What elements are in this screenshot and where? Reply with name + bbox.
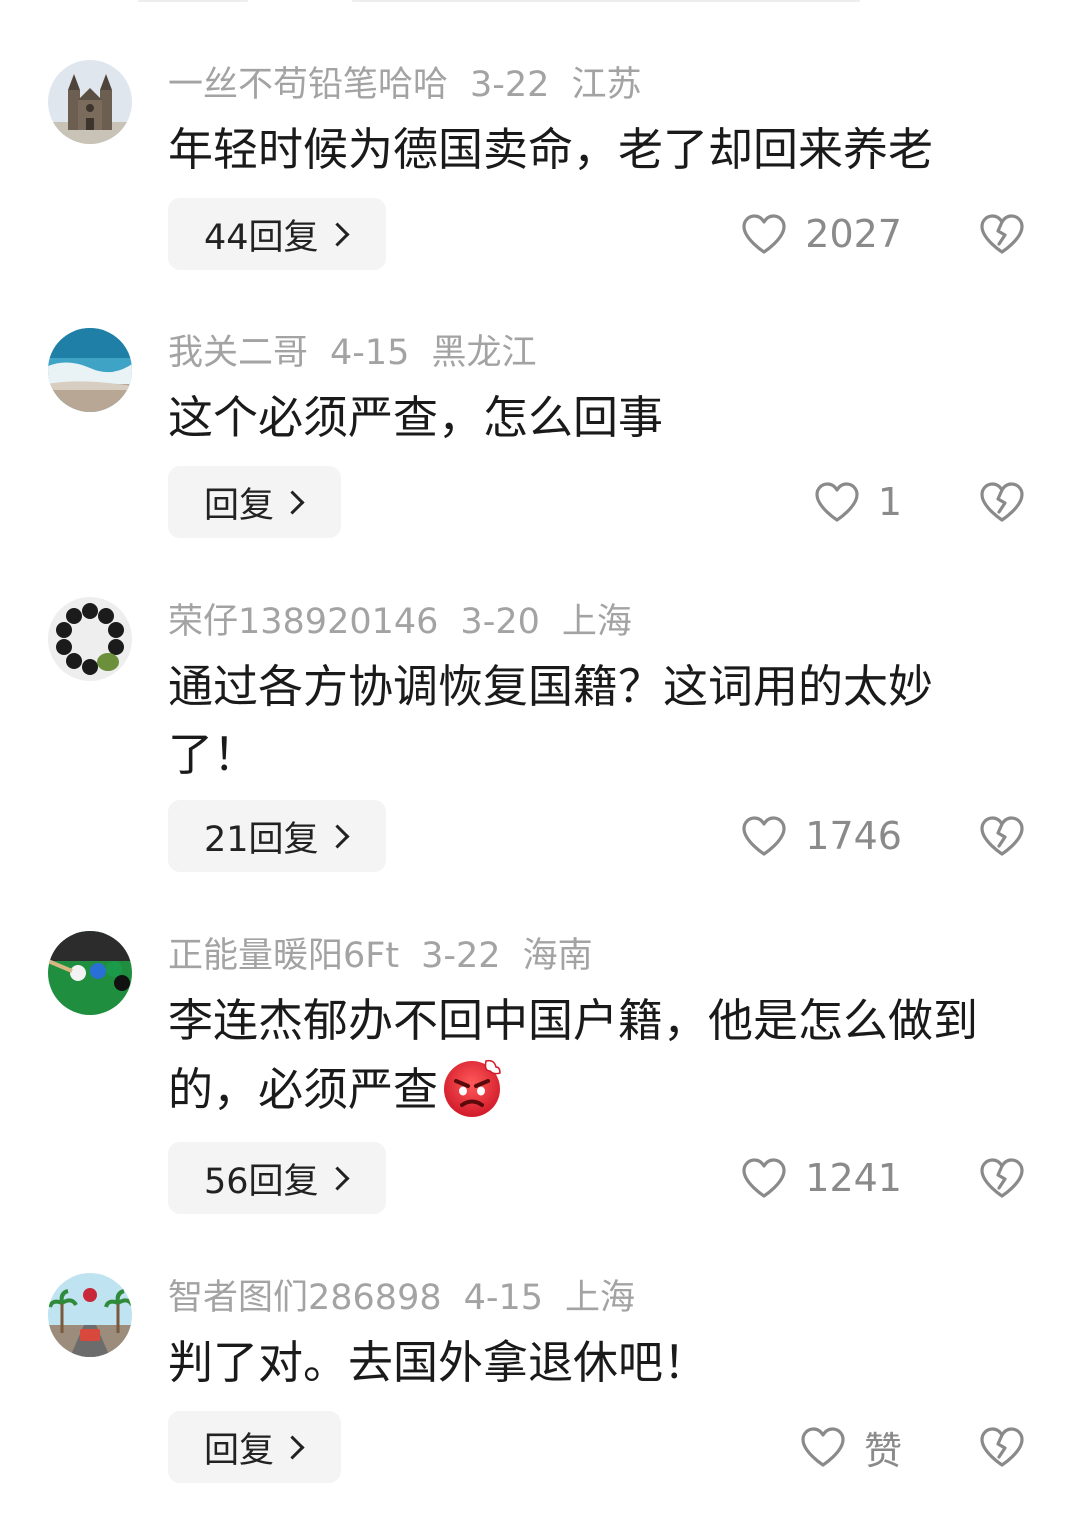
- comment-text: 通过各方协调恢复国籍？这词用的太妙了！: [168, 660, 934, 781]
- billiards-avatar-image: [48, 931, 132, 1015]
- broken-heart-icon: [980, 482, 1024, 522]
- chevron-right-icon: [280, 1434, 305, 1460]
- reply-label: 回复: [204, 485, 275, 526]
- comment-text: 年轻时候为德国卖命，老了却回来养老: [168, 123, 934, 176]
- palm-road-avatar-image: [48, 1273, 132, 1357]
- dislike-button[interactable]: [978, 1142, 1026, 1214]
- church-avatar-image: [48, 60, 132, 144]
- username[interactable]: 我关二哥: [168, 333, 308, 373]
- heart-outline-icon: [742, 214, 786, 254]
- view-replies-button[interactable]: 回复: [168, 466, 342, 538]
- broken-heart-icon: [980, 816, 1024, 856]
- chevron-right-icon: [325, 823, 350, 849]
- view-replies-button[interactable]: 21回复: [168, 800, 386, 872]
- comment-meta: 正能量暖阳6Ft 3-22 海南: [168, 931, 615, 981]
- reply-label: 回复: [204, 1430, 275, 1471]
- previous-content-edge: [138, 0, 248, 2]
- comment-location: 上海: [561, 602, 632, 642]
- like-count: 1241: [805, 1156, 902, 1200]
- username[interactable]: 荣仔138920146: [168, 602, 438, 642]
- avatar[interactable]: [48, 60, 132, 144]
- comment-meta: 荣仔138920146 3-20 上海: [168, 597, 654, 647]
- dislike-button[interactable]: [978, 1411, 1026, 1483]
- comment-date: 3-22: [470, 65, 550, 105]
- chevron-right-icon: [325, 221, 350, 247]
- beach-avatar-image: [48, 328, 132, 412]
- comment-location: 海南: [522, 936, 593, 976]
- heart-outline-icon: [742, 1158, 786, 1198]
- comment-location: 上海: [565, 1278, 636, 1318]
- avatar[interactable]: [48, 597, 132, 681]
- heart-outline-icon: [815, 482, 859, 522]
- like-count: 2027: [805, 212, 902, 256]
- dislike-button[interactable]: [978, 198, 1026, 270]
- comment-date: 3-20: [460, 602, 540, 642]
- view-replies-button[interactable]: 44回复: [168, 198, 386, 270]
- broken-heart-icon: [980, 1158, 1024, 1198]
- like-button[interactable]: 赞: [800, 1411, 902, 1483]
- like-button[interactable]: 1746: [741, 800, 902, 872]
- view-replies-button[interactable]: 56回复: [168, 1142, 386, 1214]
- broken-heart-icon: [980, 1427, 1024, 1467]
- previous-content-edge: [352, 0, 860, 2]
- avatar[interactable]: [48, 1273, 132, 1357]
- chevron-right-icon: [280, 489, 305, 515]
- avatar[interactable]: [48, 328, 132, 412]
- comment-location: 江苏: [571, 65, 642, 105]
- reply-count-label: 21回复: [204, 819, 319, 860]
- reply-count-label: 44回复: [204, 217, 319, 258]
- bracelet-avatar-image: [48, 597, 132, 681]
- broken-heart-icon: [980, 214, 1024, 254]
- username[interactable]: 正能量暖阳6Ft: [168, 936, 399, 976]
- like-button[interactable]: 2027: [741, 198, 902, 270]
- comment-meta: 智者图们286898 4-15 上海: [168, 1273, 657, 1323]
- like-count: 1: [877, 480, 902, 524]
- like-count: 1746: [805, 814, 902, 858]
- comment-text-body: 李连杰郁办不回中国户籍，他是怎么做到的，必须严查: [168, 994, 979, 1116]
- comment-meta: 我关二哥 4-15 黑龙江: [168, 328, 558, 378]
- username[interactable]: 智者图们286898: [168, 1278, 442, 1318]
- heart-outline-icon: [742, 816, 786, 856]
- comment-location: 黑龙江: [431, 333, 537, 373]
- comment-date: 4-15: [463, 1278, 544, 1318]
- comment-text: 判了对。去国外拿退休吧！: [168, 1336, 709, 1389]
- dislike-button[interactable]: [978, 800, 1026, 872]
- comment-date: 3-22: [421, 936, 501, 976]
- comment-text: 这个必须严查，怎么回事: [168, 391, 664, 444]
- comment-text: 李连杰郁办不回中国户籍，他是怎么做到的，必须严查: [168, 987, 1048, 1124]
- comment-meta: 一丝不苟铅笔哈哈 3-22 江苏: [168, 60, 663, 110]
- like-button[interactable]: 1: [814, 466, 902, 538]
- like-button[interactable]: 1241: [741, 1142, 902, 1214]
- comment-date: 4-15: [330, 333, 410, 373]
- reply-count-label: 56回复: [204, 1161, 319, 1202]
- angry-face-emoji: [444, 1059, 501, 1117]
- avatar[interactable]: [48, 931, 132, 1015]
- username[interactable]: 一丝不苟铅笔哈哈: [168, 65, 448, 105]
- view-replies-button[interactable]: 回复: [168, 1411, 342, 1483]
- dislike-button[interactable]: [978, 466, 1026, 538]
- like-label: 赞: [863, 1428, 902, 1473]
- chevron-right-icon: [325, 1165, 350, 1191]
- heart-outline-icon: [801, 1427, 845, 1467]
